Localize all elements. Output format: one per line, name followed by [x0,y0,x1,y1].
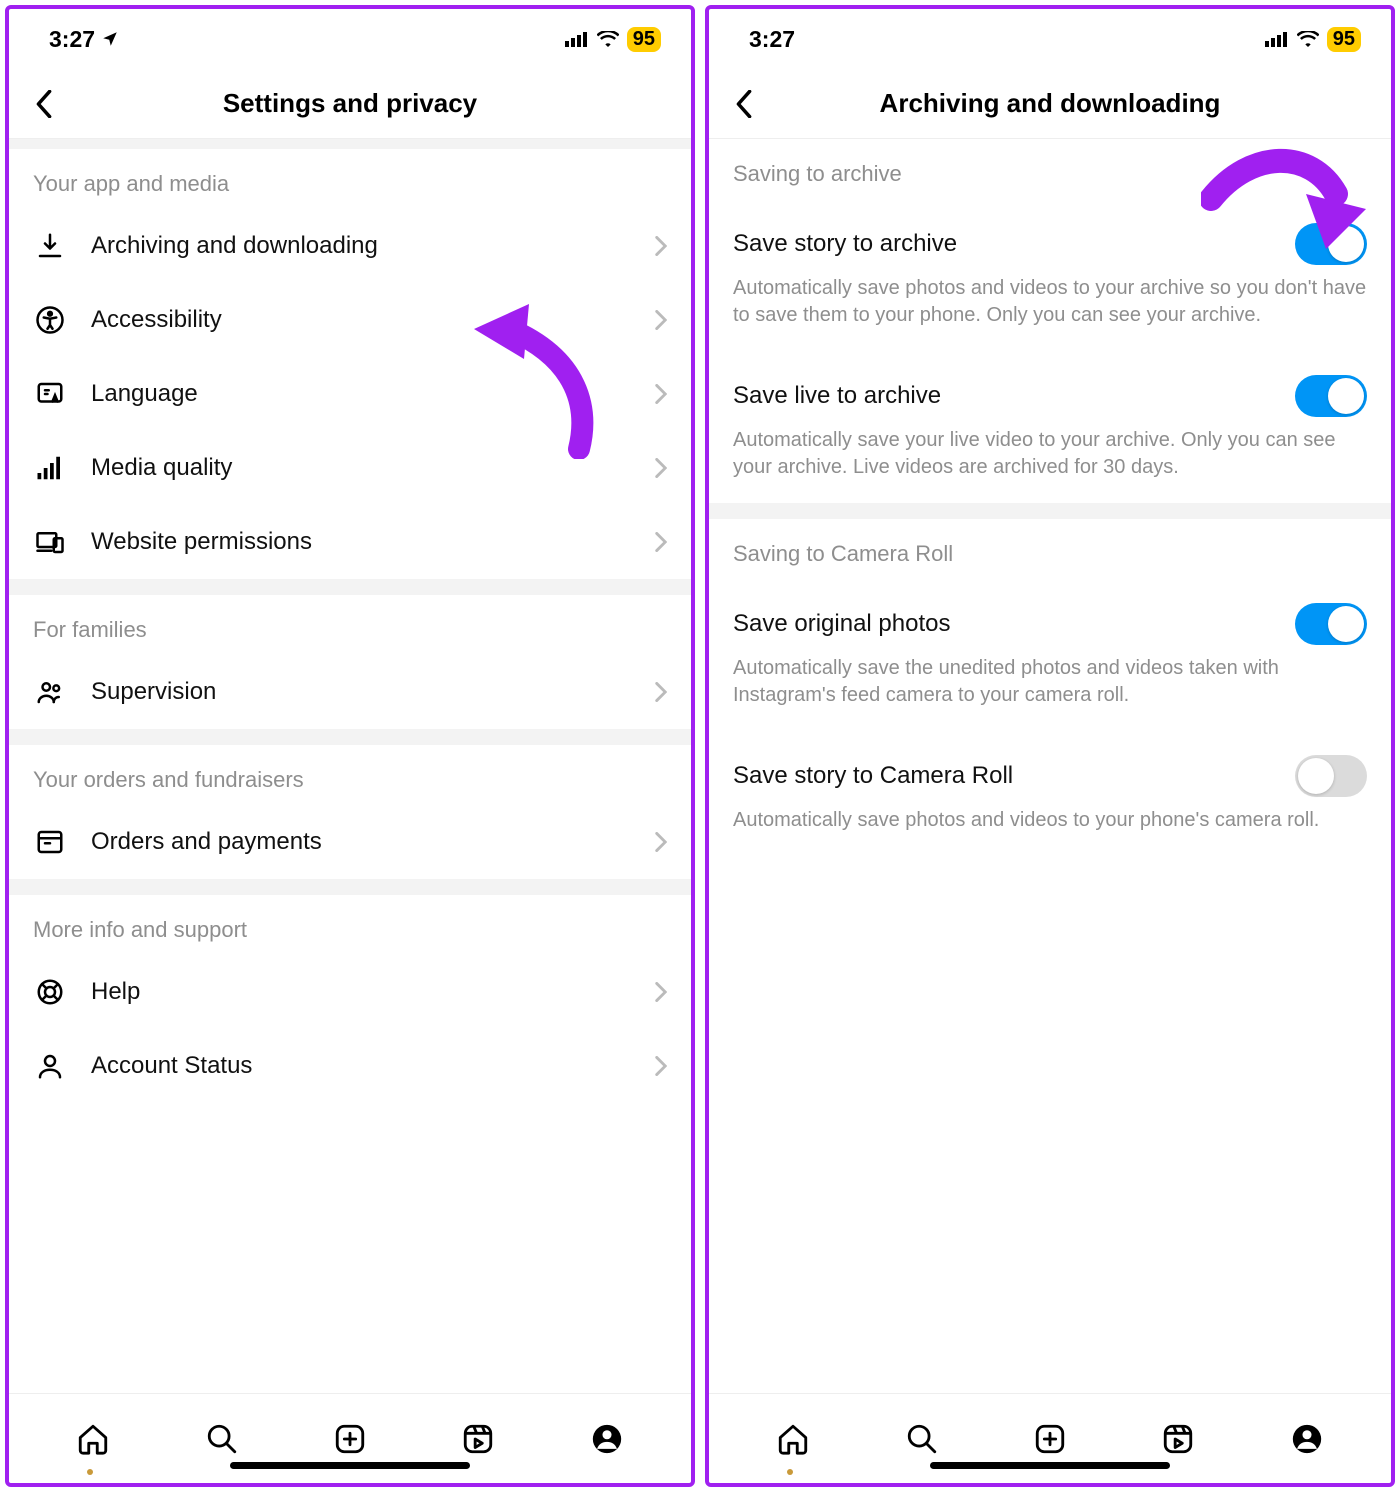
tab-profile[interactable] [1287,1419,1327,1459]
cellular-icon [1265,31,1289,47]
chevron-right-icon [655,310,667,330]
settings-content: Your app and media Archiving and downloa… [9,139,691,1393]
nav-header: Archiving and downloading [709,69,1391,139]
tab-reels[interactable] [458,1419,498,1459]
tab-create[interactable] [1030,1419,1070,1459]
tab-profile[interactable] [587,1419,627,1459]
toggle-label: Save live to archive [733,382,941,410]
tab-bar [9,1393,691,1483]
page-title: Settings and privacy [9,88,691,119]
toggle-description: Automatically save photos and videos to … [709,275,1391,351]
section-header-app-media: Your app and media [9,149,691,209]
toggle-description: Automatically save your live video to yo… [709,427,1391,503]
row-label: Website permissions [91,528,631,556]
row-label: Supervision [91,678,631,706]
nav-header: Settings and privacy [9,69,691,139]
chevron-right-icon [655,458,667,478]
row-account-status[interactable]: Account Status [9,1029,691,1103]
location-icon [101,30,119,48]
row-label: Archiving and downloading [91,232,631,260]
section-header-archive: Saving to archive [709,139,1391,199]
section-header-support: More info and support [9,895,691,955]
row-save-live-archive: Save live to archive [709,351,1391,427]
chevron-right-icon [655,982,667,1002]
toggle-save-story-cameraroll[interactable] [1295,755,1367,797]
toggle-save-story-archive[interactable] [1295,223,1367,265]
archive-settings-screen: 3:27 95 Archiving and downloading Saving… [705,5,1395,1487]
wifi-icon [1297,31,1319,47]
language-icon [33,377,67,411]
row-save-story-archive: Save story to archive [709,199,1391,275]
tab-search[interactable] [902,1419,942,1459]
tab-search[interactable] [202,1419,242,1459]
section-header-cameraroll: Saving to Camera Roll [709,519,1391,579]
chevron-right-icon [655,1056,667,1076]
home-indicator [930,1462,1170,1469]
section-header-orders: Your orders and fundraisers [9,745,691,805]
battery-indicator: 95 [627,27,661,52]
row-archiving[interactable]: Archiving and downloading [9,209,691,283]
row-accessibility[interactable]: Accessibility [9,283,691,357]
tab-bar [709,1393,1391,1483]
tab-home[interactable] [73,1419,113,1459]
row-orders-payments[interactable]: Orders and payments [9,805,691,879]
row-save-story-cameraroll: Save story to Camera Roll [709,731,1391,807]
status-time: 3:27 [749,26,795,53]
devices-icon [33,525,67,559]
toggle-description: Automatically save the unedited photos a… [709,655,1391,731]
toggle-label: Save original photos [733,610,950,638]
wifi-icon [597,31,619,47]
person-icon [33,1049,67,1083]
battery-indicator: 95 [1327,27,1361,52]
accessibility-icon [33,303,67,337]
row-label: Account Status [91,1052,631,1080]
status-bar: 3:27 95 [709,9,1391,69]
tab-home-active-dot [87,1469,93,1475]
chevron-right-icon [655,532,667,552]
row-save-original-photos: Save original photos [709,579,1391,655]
life-ring-icon [33,975,67,1009]
chevron-right-icon [655,832,667,852]
row-label: Accessibility [91,306,631,334]
chevron-right-icon [655,682,667,702]
status-bar: 3:27 95 [9,9,691,69]
row-website-permissions[interactable]: Website permissions [9,505,691,579]
back-button[interactable] [27,87,61,121]
toggle-save-original-photos[interactable] [1295,603,1367,645]
chevron-right-icon [655,236,667,256]
download-tray-icon [33,229,67,263]
toggle-description: Automatically save photos and videos to … [709,807,1391,856]
settings-screen: 3:27 95 Settings and privacy Your app an… [5,5,695,1487]
people-icon [33,675,67,709]
row-language[interactable]: Language [9,357,691,431]
row-label: Media quality [91,454,631,482]
page-title: Archiving and downloading [709,88,1391,119]
home-indicator [230,1462,470,1469]
toggle-label: Save story to archive [733,230,957,258]
tab-home[interactable] [773,1419,813,1459]
row-help[interactable]: Help [9,955,691,1029]
status-time: 3:27 [49,26,95,53]
section-header-families: For families [9,595,691,655]
archive-content: Saving to archive Save story to archive … [709,139,1391,1393]
back-button[interactable] [727,87,761,121]
tab-home-active-dot [787,1469,793,1475]
toggle-save-live-archive[interactable] [1295,375,1367,417]
chevron-right-icon [655,384,667,404]
tab-reels[interactable] [1158,1419,1198,1459]
cellular-icon [565,31,589,47]
tab-create[interactable] [330,1419,370,1459]
row-label: Help [91,978,631,1006]
row-label: Language [91,380,631,408]
box-icon [33,825,67,859]
bars-signal-icon [33,451,67,485]
row-supervision[interactable]: Supervision [9,655,691,729]
toggle-label: Save story to Camera Roll [733,762,1013,790]
row-label: Orders and payments [91,828,631,856]
row-media-quality[interactable]: Media quality [9,431,691,505]
